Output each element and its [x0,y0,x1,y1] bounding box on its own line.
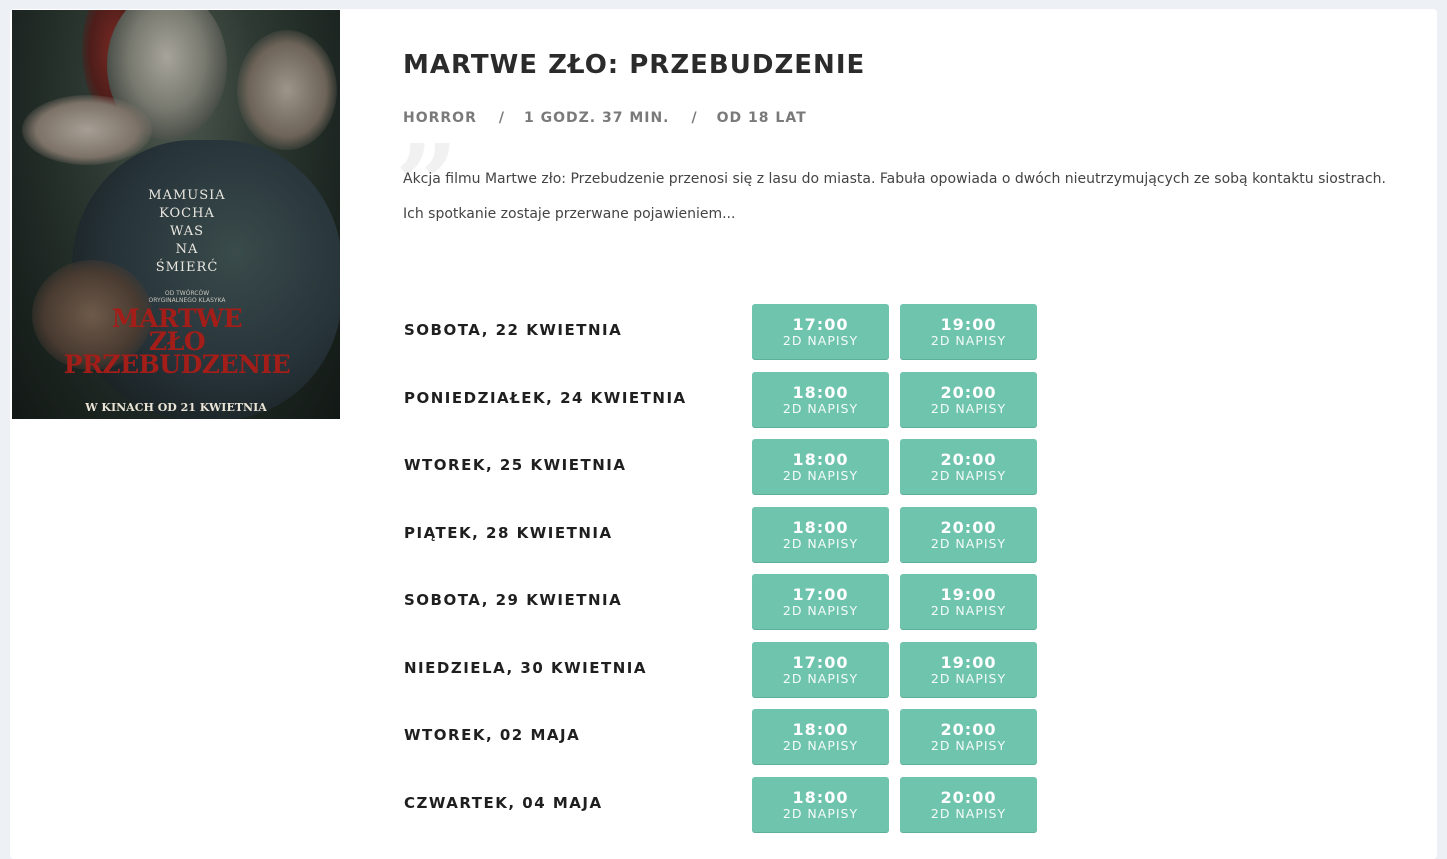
showtime-time: 20:00 [940,787,997,807]
meta-separator: / [691,110,698,126]
showtime-day: WTOREK, 25 KWIETNIA [404,456,627,474]
showtime-day: SOBOTA, 22 KWIETNIA [404,321,623,339]
poster-title: MARTWE ZŁO PRZEBUDZENIE [63,304,291,379]
showtime-button[interactable]: 20:00 2D NAPISY [900,776,1037,832]
showtime-button[interactable]: 20:00 2D NAPISY [900,506,1037,562]
showtime-button[interactable]: 17:00 2D NAPISY [752,641,889,697]
showtime-time: 17:00 [792,315,849,334]
showtime-format: 2D NAPISY [782,535,859,551]
poster-hand [22,95,152,165]
showtime-button[interactable]: 18:00 2D NAPISY [752,439,889,494]
showtime-button[interactable]: 18:00 2D NAPISY [752,506,889,562]
showtime-format: 2D NAPISY [930,333,1007,348]
showtime-button[interactable]: 20:00 2D NAPISY [900,709,1037,764]
showtime-day: NIEDZIELA, 30 KWIETNIA [404,658,647,677]
movie-duration: 1 GODZ. 37 MIN. [524,110,670,126]
showtime-day: PONIEDZIAŁEK, 24 KWIETNIA [404,388,687,407]
showtime-format: 2D NAPISY [930,468,1007,483]
showtime-format: 2D NAPISY [930,535,1007,551]
showtime-row: WTOREK, 02 MAJA 18:00 2D NAPISY 20:00 2D N… [403,709,1043,764]
showtime-time: 19:00 [940,315,997,334]
showtime-format: 2D NAPISY [782,670,859,686]
showtime-day: WTOREK, 02 MAJA [404,726,581,744]
showtime-format: 2D NAPISY [930,805,1007,821]
movie-description: Akcja filmu Martwe zło: Przebudzenie prz… [403,171,1387,222]
poster-hand [237,30,337,150]
poster-tagline: MAMUSIA KOCHA WAS NA ŚMIERĆ [148,188,226,275]
showtime-button[interactable]: 19:00 2D NAPISY [900,304,1037,359]
showtime-button[interactable]: 17:00 2D NAPISY [752,304,889,359]
showtime-time: 18:00 [792,517,849,537]
showtime-time: 18:00 [792,787,849,807]
showtime-time: 20:00 [940,517,997,537]
showtime-button[interactable]: 19:00 2D NAPISY [900,574,1037,629]
showtime-time: 18:00 [792,382,849,402]
showtime-format: 2D NAPISY [782,805,859,821]
showtime-button[interactable]: 18:00 2D NAPISY [752,709,889,764]
showtime-day: SOBOTA, 29 KWIETNIA [404,591,623,609]
showtime-row: PONIEDZIAŁEK, 24 KWIETNIA 18:00 2D NAPISY… [403,371,1043,427]
showtime-format: 2D NAPISY [782,400,859,416]
showtime-time: 20:00 [940,450,997,469]
showtime-time: 19:00 [940,585,997,604]
showtime-row: SOBOTA, 22 KWIETNIA 17:00 2D NAPISY 19:00… [403,304,1043,359]
showtime-day: PIĄTEK, 28 KWIETNIA [404,523,613,542]
showtime-time: 17:00 [792,652,849,672]
showtime-row: WTOREK, 25 KWIETNIA 18:00 2D NAPISY 20:00… [403,439,1043,494]
poster-release-date: W KINACH OD 21 KWIETNIA [85,401,267,414]
showtime-format: 2D NAPISY [930,738,1007,753]
showtime-time: 20:00 [940,720,997,739]
showtime-button[interactable]: 18:00 2D NAPISY [752,371,889,427]
showtime-format: 2D NAPISY [930,400,1007,416]
showtime-row: PIĄTEK, 28 KWIETNIA 18:00 2D NAPISY 20:00… [403,506,1043,562]
showtime-time: 20:00 [940,382,997,402]
showtime-format: 2D NAPISY [782,468,859,483]
showtime-row: SOBOTA, 29 KWIETNIA 17:00 2D NAPISY 19:00… [403,574,1043,629]
showtime-format: 2D NAPISY [930,670,1007,686]
showtime-format: 2D NAPISY [782,738,859,753]
movie-poster[interactable]: MAMUSIA KOCHA WAS NA ŚMIERĆ OD TWÓRCÓW O… [12,10,340,419]
movie-title: MARTWE ZŁO: PRZEBUDZENIE [403,50,866,80]
poster-small-text: OD TWÓRCÓW ORYGINALNEGO KLASYKA [148,290,226,304]
showtime-format: 2D NAPISY [782,603,859,618]
showtime-format: 2D NAPISY [782,333,859,348]
movie-meta: HORROR / 1 GODZ. 37 MIN. / OD 18 LAT [403,110,807,126]
showtime-time: 19:00 [940,652,997,672]
showtime-button[interactable]: 19:00 2D NAPISY [900,641,1037,697]
showtime-time: 18:00 [792,450,849,469]
showtime-time: 18:00 [792,720,849,739]
showtime-button[interactable]: 20:00 2D NAPISY [900,371,1037,427]
meta-separator: / [498,110,505,126]
showtime-format: 2D NAPISY [930,603,1007,618]
showtime-day: CZWARTEK, 04 MAJA [404,793,603,812]
showtime-button[interactable]: 17:00 2D NAPISY [752,574,889,629]
showtime-button[interactable]: 20:00 2D NAPISY [900,439,1037,494]
showtime-button[interactable]: 18:00 2D NAPISY [752,776,889,832]
showtime-row: NIEDZIELA, 30 KWIETNIA 17:00 2D NAPISY 19… [403,641,1043,697]
movie-age-rating: OD 18 LAT [716,110,807,126]
showtime-time: 17:00 [792,585,849,604]
showtime-row: CZWARTEK, 04 MAJA 18:00 2D NAPISY 20:00 2D… [403,776,1043,832]
